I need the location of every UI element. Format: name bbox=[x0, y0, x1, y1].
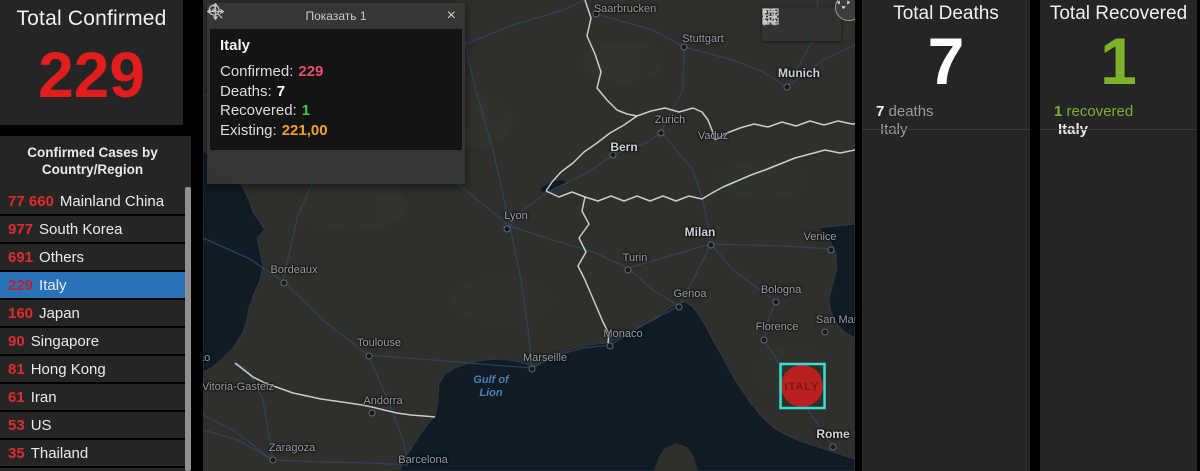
country-count: 229 bbox=[8, 276, 34, 294]
city-dot bbox=[707, 241, 715, 249]
country-count: 691 bbox=[8, 248, 34, 266]
map-canvas[interactable]: Saarbrucken Stuttgart Munich Zurich Vaduz Ber… bbox=[203, 0, 855, 471]
total-confirmed-title: Total Confirmed bbox=[16, 7, 167, 30]
popup-field-confirmed: Confirmed: 229 bbox=[220, 62, 452, 82]
city-dot bbox=[368, 409, 376, 417]
country-row-hong-kong[interactable]: 81 Hong Kong bbox=[0, 356, 185, 382]
total-recovered-title: Total Recovered bbox=[1049, 3, 1188, 24]
map-popup: Показать 1 × Italy Confirmed: 229 Deaths: 7… bbox=[207, 3, 465, 184]
country-name: Italy bbox=[39, 276, 67, 294]
city-dot bbox=[829, 443, 837, 451]
city-dot bbox=[503, 225, 511, 233]
country-row-iran[interactable]: 61 Iran bbox=[0, 384, 185, 410]
list-header-line2: Country/Region bbox=[41, 162, 144, 177]
city-dot bbox=[760, 336, 768, 344]
city-dot bbox=[680, 43, 688, 51]
popup-body: Italy Confirmed: 229 Deaths: 7 Recovered: 1 Ex… bbox=[210, 29, 462, 150]
country-row-mainland-china[interactable]: 77 660 Mainland China bbox=[0, 188, 185, 214]
country-name: Iran bbox=[30, 388, 57, 406]
total-confirmed-value: 229 bbox=[38, 39, 145, 111]
panel-divider bbox=[1040, 129, 1197, 130]
total-deaths-title: Total Deaths bbox=[893, 3, 999, 24]
country-row-thailand[interactable]: 35 Thailand bbox=[0, 440, 185, 466]
city-dot bbox=[365, 352, 373, 360]
city-dot bbox=[657, 129, 665, 137]
popup-field-label: Existing: bbox=[220, 121, 277, 139]
confirmed-cases-panel: Confirmed Cases by Country/Region 77 660… bbox=[0, 136, 191, 471]
deaths-list-item[interactable]: 7 deaths bbox=[862, 103, 1030, 120]
popup-field-recovered: Recovered: 1 bbox=[220, 101, 452, 121]
city-dot bbox=[609, 151, 617, 159]
city-dot bbox=[827, 246, 835, 254]
popup-field-value: 1 bbox=[301, 102, 311, 119]
total-confirmed-panel: Total Confirmed 229 bbox=[0, 0, 183, 125]
city-dot bbox=[528, 365, 536, 373]
popup-region-name: Italy bbox=[220, 37, 251, 54]
city-dot bbox=[772, 298, 780, 306]
country-name: Thailand bbox=[30, 444, 89, 462]
city-dot bbox=[606, 342, 614, 350]
country-count: 160 bbox=[8, 304, 34, 322]
country-row-others[interactable]: 691 Others bbox=[0, 244, 185, 270]
basemap-icon[interactable] bbox=[762, 8, 839, 36]
close-icon[interactable]: × bbox=[447, 6, 456, 26]
total-deaths-value: 7 bbox=[927, 24, 965, 98]
city-dot bbox=[821, 328, 829, 336]
country-count: 61 bbox=[8, 388, 25, 406]
country-count: 77 660 bbox=[8, 192, 54, 210]
popup-field-value: 221,00 bbox=[281, 121, 328, 139]
city-dot bbox=[675, 303, 683, 311]
country-list: 77 660 Mainland China 977 South Korea 691 Oth… bbox=[0, 188, 185, 471]
recovered-list-item[interactable]: 1 recovered bbox=[1040, 103, 1197, 120]
country-count: 90 bbox=[8, 332, 25, 350]
list-header: Confirmed Cases by Country/Region bbox=[0, 136, 185, 180]
gulf-of-lion-label: Gulf of Lion bbox=[473, 374, 509, 399]
map-toolbar bbox=[762, 8, 841, 41]
pan-to-icon[interactable] bbox=[207, 3, 239, 177]
popup-footer bbox=[207, 3, 465, 184]
country-name: Hong Kong bbox=[30, 360, 106, 378]
city-dot bbox=[592, 10, 600, 18]
total-recovered-value: 1 bbox=[1100, 24, 1137, 98]
city-dot bbox=[280, 279, 288, 287]
country-count: 35 bbox=[8, 444, 25, 462]
list-scrollbar-thumb[interactable] bbox=[185, 187, 191, 471]
legend-icon[interactable] bbox=[763, 10, 812, 36]
popup-field-deaths: Deaths: 7 bbox=[220, 82, 452, 102]
list-header-line1: Confirmed Cases by bbox=[27, 145, 158, 160]
popup-field-value: 229 bbox=[298, 63, 324, 80]
city-dot bbox=[783, 83, 791, 91]
country-count: 81 bbox=[8, 360, 25, 378]
country-name: Singapore bbox=[30, 332, 100, 350]
country-count: 977 bbox=[8, 220, 34, 238]
country-name: US bbox=[30, 416, 52, 434]
popup-titlebar[interactable]: Показать 1 × bbox=[207, 3, 465, 29]
country-row-south-korea[interactable]: 977 South Korea bbox=[0, 216, 185, 242]
popup-field-existing: Existing: 221,00 bbox=[220, 121, 452, 141]
country-count: 53 bbox=[8, 416, 25, 434]
total-deaths-panel: Total Deaths 7 7 deaths Italy bbox=[862, 0, 1030, 471]
popup-title: Показать 1 bbox=[305, 9, 367, 23]
popup-field-value: 7 bbox=[276, 82, 286, 100]
marker-italy-label: ITALY bbox=[784, 381, 820, 393]
country-name: South Korea bbox=[39, 220, 123, 238]
popup-field-label: Deaths: bbox=[220, 82, 272, 100]
country-name: Others bbox=[39, 248, 85, 266]
zoom-to-icon[interactable] bbox=[208, 4, 277, 177]
popup-field-label: Confirmed: bbox=[220, 63, 294, 80]
total-recovered-panel: Total Recovered 1 1 recovered Italy bbox=[1040, 0, 1197, 471]
country-row-singapore[interactable]: 90 Singapore bbox=[0, 328, 185, 354]
country-row-us[interactable]: 53 US bbox=[0, 412, 185, 438]
panel-divider bbox=[862, 129, 1030, 130]
country-name: Mainland China bbox=[59, 192, 165, 210]
country-row-italy[interactable]: 229 Italy bbox=[0, 272, 185, 298]
country-row-japan[interactable]: 160 Japan bbox=[0, 300, 185, 326]
popup-fields: Confirmed: 229 Deaths: 7 Recovered: 1 Existing… bbox=[220, 62, 452, 140]
city-dot bbox=[269, 456, 277, 464]
city-dot bbox=[624, 266, 632, 274]
country-name: Japan bbox=[39, 304, 80, 322]
popup-field-label: Recovered: bbox=[220, 102, 297, 119]
